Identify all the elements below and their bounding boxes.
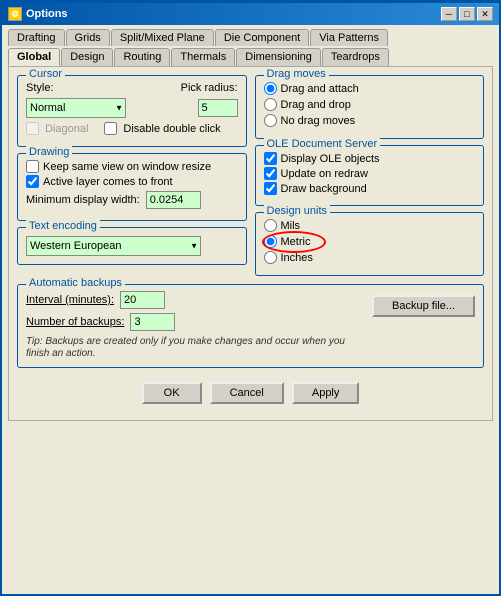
inches-radio[interactable] bbox=[264, 251, 277, 264]
no-drag-label: No drag moves bbox=[281, 115, 356, 127]
metric-highlight-wrapper: Metric bbox=[264, 235, 311, 248]
tab-grids[interactable]: Grids bbox=[66, 29, 110, 46]
right-column: Drag moves Drag and attach Drag and drop… bbox=[255, 75, 485, 282]
pick-radius-input[interactable] bbox=[198, 99, 238, 117]
mils-radio[interactable] bbox=[264, 219, 277, 232]
cancel-button[interactable]: Cancel bbox=[210, 382, 284, 404]
ok-button[interactable]: OK bbox=[142, 382, 202, 404]
interval-input[interactable] bbox=[120, 291, 165, 309]
titlebar-buttons: ─ □ ✕ bbox=[441, 7, 493, 21]
apply-button[interactable]: Apply bbox=[292, 382, 360, 404]
inches-label: Inches bbox=[281, 252, 313, 264]
draw-background-label: Draw background bbox=[281, 183, 367, 195]
tab-row-1: Drafting Grids Split/Mixed Plane Die Com… bbox=[2, 25, 499, 46]
maximize-button[interactable]: □ bbox=[459, 7, 475, 21]
tab-row-2: Global Design Routing Thermals Dimension… bbox=[2, 46, 499, 66]
drag-moves-label: Drag moves bbox=[264, 68, 329, 80]
text-encoding-label: Text encoding bbox=[26, 220, 100, 232]
update-redraw-checkbox[interactable] bbox=[264, 167, 277, 180]
tab-via-patterns[interactable]: Via Patterns bbox=[310, 29, 388, 46]
display-ole-label: Display OLE objects bbox=[281, 153, 380, 165]
keep-view-label: Keep same view on window resize bbox=[43, 161, 211, 173]
tab-split-mixed[interactable]: Split/Mixed Plane bbox=[111, 29, 214, 46]
design-units-label: Design units bbox=[264, 205, 331, 217]
encoding-select[interactable]: Western European bbox=[26, 236, 201, 256]
num-backups-input[interactable] bbox=[130, 313, 175, 331]
disable-dbl-click-label: Disable double click bbox=[123, 123, 220, 135]
auto-backups-group: Automatic backups Interval (minutes): Nu… bbox=[17, 284, 484, 368]
min-display-input[interactable] bbox=[146, 191, 201, 209]
bottom-bar: OK Cancel Apply bbox=[17, 374, 484, 412]
drawing-group-label: Drawing bbox=[26, 146, 72, 158]
mils-label: Mils bbox=[281, 220, 301, 232]
tab-die-component[interactable]: Die Component bbox=[215, 29, 309, 46]
tab-dimensioning[interactable]: Dimensioning bbox=[236, 48, 321, 66]
style-label: Style: bbox=[26, 82, 54, 94]
tab-drafting[interactable]: Drafting bbox=[8, 29, 65, 46]
diagonal-label: Diagonal bbox=[45, 123, 88, 135]
pick-radius-label: Pick radius: bbox=[181, 82, 238, 94]
app-icon: ⚙ bbox=[8, 7, 22, 21]
num-backups-label: Number of backups: bbox=[26, 316, 124, 328]
drag-drop-label: Drag and drop bbox=[281, 99, 351, 111]
tab-thermals[interactable]: Thermals bbox=[171, 48, 235, 66]
drag-drop-radio[interactable] bbox=[264, 98, 277, 111]
left-column: Cursor Style: Pick radius: Normal bbox=[17, 75, 247, 282]
tab-routing[interactable]: Routing bbox=[114, 48, 170, 66]
ole-group: OLE Document Server Display OLE objects … bbox=[255, 145, 485, 206]
minimize-button[interactable]: ─ bbox=[441, 7, 457, 21]
diagonal-checkbox[interactable] bbox=[26, 122, 39, 135]
close-button[interactable]: ✕ bbox=[477, 7, 493, 21]
style-select[interactable]: Normal bbox=[26, 98, 126, 118]
tab-teardrops[interactable]: Teardrops bbox=[322, 48, 389, 66]
backup-file-button[interactable]: Backup file... bbox=[372, 295, 475, 317]
display-ole-checkbox[interactable] bbox=[264, 152, 277, 165]
disable-dbl-click-checkbox[interactable] bbox=[104, 122, 117, 135]
cursor-group-label: Cursor bbox=[26, 68, 65, 80]
titlebar: ⚙ Options ─ □ ✕ bbox=[2, 3, 499, 25]
encoding-select-wrapper: Western European bbox=[26, 236, 201, 256]
drag-moves-group: Drag moves Drag and attach Drag and drop… bbox=[255, 75, 485, 139]
min-display-label: Minimum display width: bbox=[26, 194, 140, 206]
drag-attach-label: Drag and attach bbox=[281, 83, 359, 95]
active-layer-checkbox[interactable] bbox=[26, 175, 39, 188]
keep-view-checkbox[interactable] bbox=[26, 160, 39, 173]
update-redraw-label: Update on redraw bbox=[281, 168, 368, 180]
tab-design[interactable]: Design bbox=[61, 48, 113, 66]
text-encoding-group: Text encoding Western European bbox=[17, 227, 247, 265]
no-drag-radio[interactable] bbox=[264, 114, 277, 127]
drawing-group: Drawing Keep same view on window resize … bbox=[17, 153, 247, 221]
interval-label: Interval (minutes): bbox=[26, 294, 114, 306]
options-dialog: ⚙ Options ─ □ ✕ Drafting Grids Split/Mix… bbox=[0, 0, 501, 596]
window-title: Options bbox=[26, 8, 68, 20]
draw-background-checkbox[interactable] bbox=[264, 182, 277, 195]
drag-attach-radio[interactable] bbox=[264, 82, 277, 95]
cursor-group: Cursor Style: Pick radius: Normal bbox=[17, 75, 247, 147]
style-select-wrapper: Normal bbox=[26, 98, 126, 118]
tip-text: Tip: Backups are created only if you mak… bbox=[26, 335, 362, 359]
metric-label: Metric bbox=[281, 236, 311, 248]
tab-content: Cursor Style: Pick radius: Normal bbox=[8, 66, 493, 421]
ole-group-label: OLE Document Server bbox=[264, 138, 381, 150]
titlebar-left: ⚙ Options bbox=[8, 7, 68, 21]
active-layer-label: Active layer comes to front bbox=[43, 176, 173, 188]
metric-radio[interactable] bbox=[264, 235, 277, 248]
design-units-group: Design units Mils Metric bbox=[255, 212, 485, 276]
auto-backups-label: Automatic backups bbox=[26, 277, 125, 289]
tab-global[interactable]: Global bbox=[8, 48, 60, 66]
